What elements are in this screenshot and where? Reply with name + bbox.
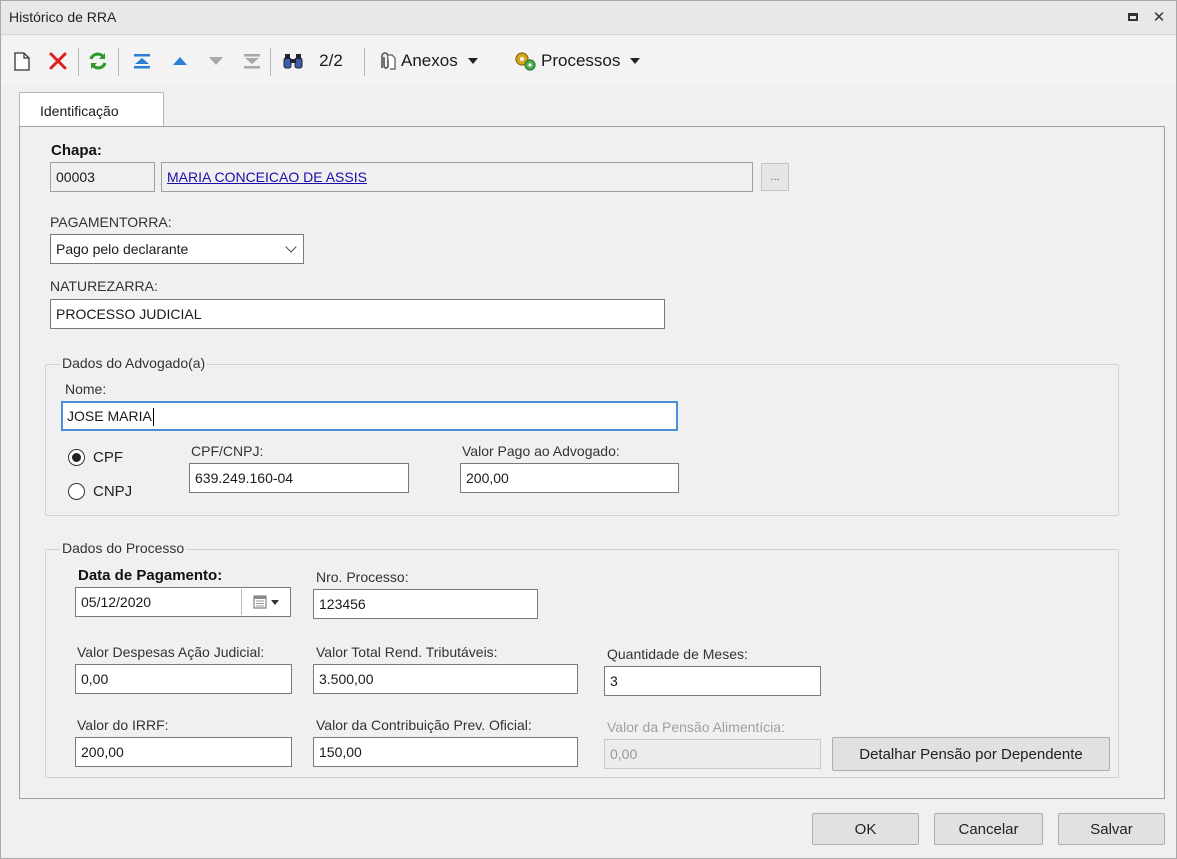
chevron-down-icon bbox=[285, 241, 297, 253]
rra-history-window: Histórico de RRA ✕ 2/2 Anexos Processos … bbox=[0, 0, 1177, 859]
toolbar-separator bbox=[118, 48, 119, 76]
close-icon[interactable]: ✕ bbox=[1152, 7, 1166, 27]
ok-button[interactable]: OK bbox=[812, 813, 919, 845]
nome-field[interactable]: JOSE MARIA bbox=[61, 401, 678, 431]
nome-label: Nome: bbox=[65, 381, 107, 397]
chapa-code-field[interactable]: 00003 bbox=[50, 162, 155, 192]
data-pagamento-value: 05/12/2020 bbox=[81, 594, 152, 610]
detalhar-pensao-button[interactable]: Detalhar Pensão por Dependente bbox=[832, 737, 1110, 771]
processos-dropdown[interactable]: Processos bbox=[513, 46, 663, 76]
radio-unselected-icon bbox=[68, 483, 85, 500]
valor-pago-label: Valor Pago ao Advogado: bbox=[462, 443, 620, 459]
refresh-icon[interactable] bbox=[85, 46, 111, 76]
text-caret bbox=[152, 408, 154, 427]
window-controls: ✕ bbox=[1126, 7, 1166, 27]
next-record-icon[interactable] bbox=[203, 46, 229, 76]
anexos-dropdown[interactable]: Anexos bbox=[375, 46, 501, 76]
despesas-field[interactable]: 0,00 bbox=[75, 664, 292, 694]
natureza-field[interactable]: PROCESSO JUDICIAL bbox=[50, 299, 665, 329]
advogado-group-title: Dados do Advogado(a) bbox=[60, 355, 208, 371]
previous-record-icon[interactable] bbox=[167, 46, 193, 76]
identificacao-panel: Chapa: 00003 MARIA CONCEICAO DE ASSIS ..… bbox=[19, 126, 1165, 799]
calendar-dropdown-button[interactable] bbox=[241, 589, 289, 615]
radio-selected-icon bbox=[68, 449, 85, 466]
nro-processo-label: Nro. Processo: bbox=[316, 569, 409, 585]
chapa-name-field[interactable]: MARIA CONCEICAO DE ASSIS bbox=[161, 162, 753, 192]
pensao-field: 0,00 bbox=[604, 739, 821, 769]
radio-cpf[interactable]: CPF bbox=[68, 449, 123, 466]
save-button[interactable]: Salvar bbox=[1058, 813, 1165, 845]
first-record-icon[interactable] bbox=[129, 46, 155, 76]
processos-label: Processos bbox=[541, 51, 621, 70]
valor-pago-field[interactable]: 200,00 bbox=[460, 463, 679, 493]
advogado-group: Dados do Advogado(a) bbox=[45, 355, 1119, 516]
calendar-icon bbox=[253, 595, 267, 609]
chapa-label: Chapa: bbox=[51, 142, 102, 159]
toolbar: 2/2 Anexos Processos bbox=[1, 36, 1176, 86]
contrib-field[interactable]: 150,00 bbox=[313, 737, 578, 767]
irrf-label: Valor do IRRF: bbox=[77, 717, 169, 733]
cpf-cnpj-field[interactable]: 639.249.160-04 bbox=[189, 463, 409, 493]
title-bar: Histórico de RRA ✕ bbox=[1, 1, 1176, 35]
irrf-field[interactable]: 200,00 bbox=[75, 737, 292, 767]
qtd-meses-label: Quantidade de Meses: bbox=[607, 646, 748, 662]
pagamento-value: Pago pelo declarante bbox=[56, 241, 189, 257]
toolbar-separator bbox=[78, 48, 79, 76]
qtd-meses-field[interactable]: 3 bbox=[604, 666, 821, 696]
window-title: Histórico de RRA bbox=[9, 9, 117, 25]
cpf-cnpj-label: CPF/CNPJ: bbox=[191, 443, 264, 459]
lookup-button[interactable]: ... bbox=[761, 163, 789, 191]
binoculars-icon[interactable] bbox=[279, 46, 307, 76]
toolbar-separator bbox=[364, 48, 365, 76]
contrib-label: Valor da Contribuição Prev. Oficial: bbox=[316, 717, 532, 733]
delete-icon[interactable] bbox=[45, 46, 71, 76]
paperclip-icon bbox=[375, 50, 397, 72]
restore-icon[interactable] bbox=[1126, 7, 1140, 27]
natureza-label: NATUREZARRA: bbox=[50, 278, 158, 294]
record-counter: 2/2 bbox=[319, 51, 343, 70]
last-record-icon[interactable] bbox=[239, 46, 265, 76]
data-pagamento-field[interactable]: 05/12/2020 bbox=[75, 587, 291, 617]
new-record-icon[interactable] bbox=[11, 46, 33, 76]
data-pagamento-label: Data de Pagamento: bbox=[78, 567, 223, 584]
nome-value: JOSE MARIA bbox=[67, 408, 152, 424]
nro-processo-field[interactable]: 123456 bbox=[313, 589, 538, 619]
processo-group-title: Dados do Processo bbox=[60, 540, 187, 556]
pagamento-label: PAGAMENTORRA: bbox=[50, 214, 172, 230]
cancel-button[interactable]: Cancelar bbox=[934, 813, 1043, 845]
toolbar-separator bbox=[270, 48, 271, 76]
total-rend-label: Valor Total Rend. Tributáveis: bbox=[316, 644, 498, 660]
chevron-down-icon bbox=[630, 58, 641, 64]
radio-cpf-label: CPF bbox=[93, 449, 123, 466]
gears-icon bbox=[513, 50, 537, 72]
tab-label: Identificação bbox=[40, 103, 119, 119]
employee-name-link[interactable]: MARIA CONCEICAO DE ASSIS bbox=[167, 169, 367, 185]
radio-cnpj-label: CNPJ bbox=[93, 483, 133, 500]
tab-identificacao[interactable]: Identificação bbox=[19, 92, 164, 127]
total-rend-field[interactable]: 3.500,00 bbox=[313, 664, 578, 694]
chevron-down-icon bbox=[467, 58, 478, 64]
chevron-down-icon bbox=[270, 599, 279, 605]
radio-cnpj[interactable]: CNPJ bbox=[68, 483, 132, 500]
despesas-label: Valor Despesas Ação Judicial: bbox=[77, 644, 265, 660]
pensao-label: Valor da Pensão Alimentícia: bbox=[607, 719, 785, 735]
pagamento-select[interactable]: Pago pelo declarante bbox=[50, 234, 304, 264]
anexos-label: Anexos bbox=[401, 51, 458, 70]
